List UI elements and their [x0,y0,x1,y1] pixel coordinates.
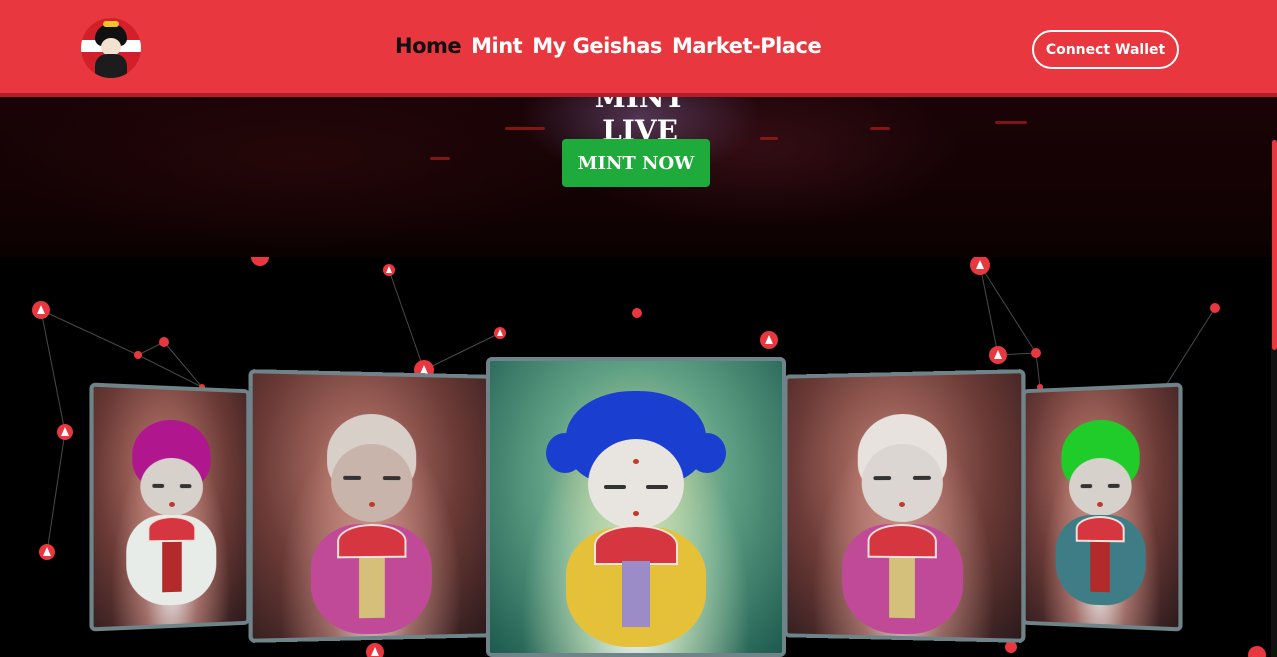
geisha-card-far-right[interactable] [1022,382,1183,632]
nav-my-geishas[interactable]: My Geishas [532,34,662,58]
geisha-logo[interactable] [81,18,141,78]
hero-section: MINT LIVE MINT NOW [0,97,1277,257]
top-navigation-bar: Home Mint My Geishas Market-Place Connec… [0,0,1277,97]
geisha-card-right[interactable] [783,369,1026,643]
mint-now-button[interactable]: MINT NOW [562,139,710,187]
nav-mint[interactable]: Mint [471,34,523,58]
geisha-card-far-left[interactable] [89,382,250,632]
main-nav: Home Mint My Geishas Market-Place [395,34,822,58]
nav-home[interactable]: Home [395,34,462,58]
nav-market-place[interactable]: Market-Place [672,34,822,58]
connect-wallet-button[interactable]: Connect Wallet [1032,30,1179,69]
geisha-card-center[interactable] [486,357,786,657]
geisha-card-left[interactable] [248,369,491,643]
scrollbar-thumb[interactable] [1272,140,1277,350]
